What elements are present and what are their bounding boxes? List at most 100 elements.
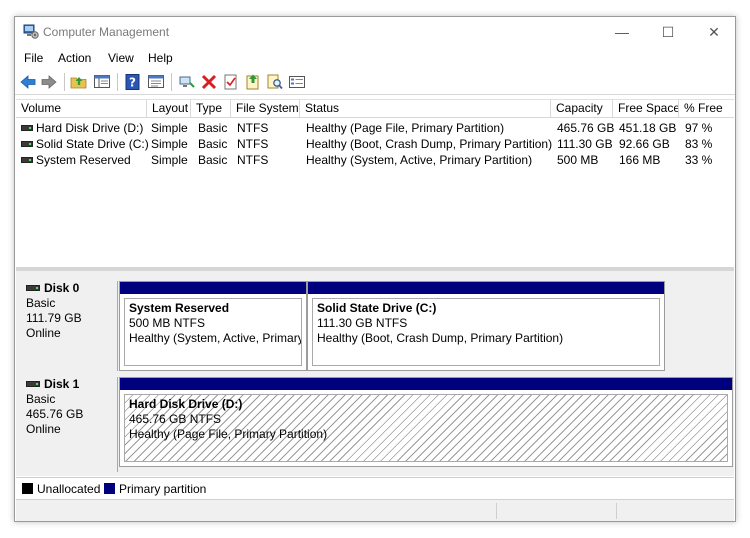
computer-management-app-icon xyxy=(23,24,39,39)
partition-size: 111.30 GB NTFS xyxy=(317,316,408,330)
partition-name: Solid State Drive (C:) xyxy=(317,301,437,315)
column-header-capacity[interactable]: Capacity xyxy=(551,100,613,118)
column-header-layout[interactable]: Layout xyxy=(147,100,191,118)
window-title: Computer Management xyxy=(43,25,170,39)
legend-unallocated: Unallocated xyxy=(37,482,101,496)
disk-1-state: Online xyxy=(26,422,61,436)
volume-cell: System Reserved xyxy=(36,153,131,167)
export-icon[interactable] xyxy=(244,73,262,91)
delete-icon[interactable] xyxy=(200,73,218,91)
toolbar: ? xyxy=(15,69,735,95)
minimize-button[interactable]: — xyxy=(599,17,645,47)
show-hide-tree-icon[interactable] xyxy=(93,73,111,91)
layout-cell: Simple xyxy=(151,153,188,167)
drive-icon xyxy=(21,157,33,163)
table-row[interactable]: Hard Disk Drive (D:) Simple Basic NTFS H… xyxy=(16,120,734,136)
computer-management-window: Computer Management — ☐ ✕ File Action Vi… xyxy=(14,16,736,522)
percent-free-cell: 97 % xyxy=(685,121,713,135)
column-header-file-system[interactable]: File System xyxy=(231,100,300,118)
column-header-percent-free[interactable]: % Free xyxy=(679,100,734,118)
column-header-type[interactable]: Type xyxy=(191,100,231,118)
title-bar[interactable]: Computer Management — ☐ ✕ xyxy=(15,17,735,47)
volume-cell: Hard Disk Drive (D:) xyxy=(36,121,144,135)
file-system-cell: NTFS xyxy=(237,137,269,151)
menu-view[interactable]: View xyxy=(108,51,134,65)
disk-1-label[interactable]: Disk 1 Basic 465.76 GB Online xyxy=(18,377,118,472)
file-system-cell: NTFS xyxy=(237,121,269,135)
primary-partition-bar xyxy=(308,282,664,294)
help-icon[interactable]: ? xyxy=(124,73,142,91)
disk-0-label[interactable]: Disk 0 Basic 111.79 GB Online xyxy=(18,281,118,371)
free-space-cell: 92.66 GB xyxy=(619,137,670,151)
capacity-cell: 500 MB xyxy=(557,153,599,167)
status-bar-divider xyxy=(616,503,617,519)
legend-primary-partition: Primary partition xyxy=(119,482,207,496)
partition-hard-disk-drive[interactable]: Hard Disk Drive (D:) 465.76 GB NTFS Heal… xyxy=(119,377,733,467)
partition-status: Healthy (Page File, Primary Partition) xyxy=(129,427,328,441)
search-icon[interactable] xyxy=(266,73,284,91)
partition-solid-state-drive[interactable]: Solid State Drive (C:) 111.30 GB NTFS He… xyxy=(307,281,665,371)
toolbar-separator xyxy=(117,73,118,91)
disk-0-size: 111.79 GB xyxy=(26,311,82,325)
partition-name: System Reserved xyxy=(129,301,230,315)
status-cell: Healthy (Boot, Crash Dump, Primary Parti… xyxy=(306,137,553,151)
primary-partition-bar xyxy=(120,282,306,294)
partition-body-selected: Hard Disk Drive (D:) 465.76 GB NTFS Heal… xyxy=(124,394,728,462)
back-arrow-icon[interactable] xyxy=(19,73,37,91)
menu-bar: File Action View Help xyxy=(15,48,735,68)
menu-file[interactable]: File xyxy=(24,51,43,65)
close-button[interactable]: ✕ xyxy=(691,17,737,47)
disk-graphical-view: Disk 0 Basic 111.79 GB Online System Res… xyxy=(16,271,734,476)
close-icon: ✕ xyxy=(708,24,720,40)
menu-action[interactable]: Action xyxy=(58,51,91,65)
drive-icon xyxy=(21,125,33,131)
disk-0-type: Basic xyxy=(26,296,56,310)
disk-icon xyxy=(26,285,40,291)
status-cell: Healthy (System, Active, Primary Partiti… xyxy=(306,153,533,167)
percent-free-cell: 83 % xyxy=(685,137,713,151)
column-header-free-space[interactable]: Free Space xyxy=(613,100,679,118)
disk-icon xyxy=(26,381,40,387)
disk-1-name: Disk 1 xyxy=(26,377,117,392)
disk-1-size: 465.76 GB xyxy=(26,407,84,421)
capacity-cell: 111.30 GB xyxy=(557,137,613,151)
free-space-cell: 166 MB xyxy=(619,153,661,167)
forward-arrow-icon[interactable] xyxy=(40,73,58,91)
column-header-status[interactable]: Status xyxy=(300,100,551,118)
type-cell: Basic xyxy=(198,137,228,151)
table-row[interactable]: Solid State Drive (C:) Simple Basic NTFS… xyxy=(16,136,734,152)
menu-help[interactable]: Help xyxy=(148,51,173,65)
layout-cell: Simple xyxy=(151,121,188,135)
details-icon[interactable] xyxy=(288,73,306,91)
maximize-button[interactable]: ☐ xyxy=(645,17,691,47)
disk-1-type: Basic xyxy=(26,392,56,406)
partition-status: Healthy (System, Active, Primary I xyxy=(129,331,302,345)
table-row[interactable]: System Reserved Simple Basic NTFS Health… xyxy=(16,152,734,168)
status-bar xyxy=(16,499,734,521)
primary-partition-bar xyxy=(120,378,732,390)
percent-free-cell: 33 % xyxy=(685,153,713,167)
properties-icon[interactable] xyxy=(222,73,240,91)
maximize-icon: ☐ xyxy=(661,24,675,40)
toolbar-separator xyxy=(64,73,65,91)
column-header-volume[interactable]: Volume xyxy=(16,100,147,118)
type-cell: Basic xyxy=(198,153,228,167)
file-system-cell: NTFS xyxy=(237,153,269,167)
partition-size: 500 MB NTFS xyxy=(129,316,206,330)
status-cell: Healthy (Page File, Primary Partition) xyxy=(306,121,505,135)
console-view-icon[interactable] xyxy=(147,73,165,91)
up-folder-icon[interactable] xyxy=(70,73,88,91)
connect-icon[interactable] xyxy=(178,73,196,91)
partition-name: Hard Disk Drive (D:) xyxy=(129,397,243,411)
partition-status: Healthy (Boot, Crash Dump, Primary Parti… xyxy=(317,331,564,345)
partition-size: 465.76 GB NTFS xyxy=(129,412,222,426)
disk-0-state: Online xyxy=(26,326,61,340)
status-bar-divider xyxy=(496,503,497,519)
disk-0-name: Disk 0 xyxy=(26,281,117,296)
partition-body: System Reserved 500 MB NTFS Healthy (Sys… xyxy=(124,298,302,366)
partition-system-reserved[interactable]: System Reserved 500 MB NTFS Healthy (Sys… xyxy=(119,281,307,371)
minimize-icon: — xyxy=(615,24,629,40)
drive-icon xyxy=(21,141,33,147)
partition-body: Solid State Drive (C:) 111.30 GB NTFS He… xyxy=(312,298,660,366)
legend: Unallocated Primary partition xyxy=(16,477,734,499)
